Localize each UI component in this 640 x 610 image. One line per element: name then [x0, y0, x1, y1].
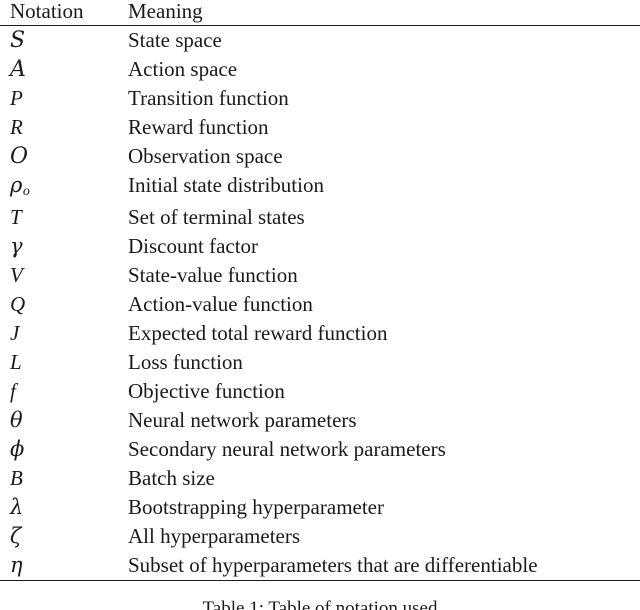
column-header-notation: Notation [10, 0, 84, 23]
notation-symbol: L [0, 348, 128, 377]
table-row: V State-value function [0, 261, 640, 290]
notation-glyph: Q [10, 292, 26, 316]
notation-glyph: A [10, 57, 27, 82]
table-page: Notation Meaning S State space A Action spa… [0, 0, 640, 610]
notation-symbol: f [0, 377, 128, 406]
notation-symbol: ζ [0, 522, 128, 551]
notation-symbol: ϕ [0, 435, 128, 464]
table-row: L Loss function [0, 348, 640, 377]
notation-symbol: η [0, 551, 128, 580]
notation-meaning: Batch size [128, 466, 215, 490]
table-header: Notation Meaning [0, 0, 640, 26]
notation-meaning: Discount factor [128, 234, 259, 258]
notation-symbol: O [0, 142, 128, 171]
notation-meaning: Secondary neural network parameters [128, 437, 446, 461]
table-header-row: Notation Meaning [0, 0, 640, 26]
notation-glyph: S [10, 28, 26, 53]
table-row: ζ All hyperparameters [0, 522, 640, 551]
notation-glyph: O [10, 144, 29, 169]
notation-meaning: Neural network parameters [128, 408, 357, 432]
notation-glyph: η [10, 553, 23, 577]
notation-table: Notation Meaning S State space A Action spa… [0, 0, 640, 580]
notation-meaning: Expected total reward function [128, 321, 388, 345]
notation-symbol: V [0, 261, 128, 290]
notation-meaning: State space [128, 28, 222, 52]
table-row: Q Action-value function [0, 290, 640, 319]
table-row: J Expected total reward function [0, 319, 640, 348]
table-body: S State space A Action space P Transition fun… [0, 26, 640, 581]
notation-meaning: All hyperparameters [128, 524, 301, 548]
table-row: γ Discount factor [0, 232, 640, 261]
table-row: R Reward function [0, 113, 640, 142]
notation-meaning: Action-value function [128, 292, 313, 316]
notation-symbol: B [0, 464, 128, 493]
notation-symbol: λ [0, 493, 128, 522]
table-row: ρo Initial state distribution [0, 171, 640, 203]
notation-glyph: ϕ [10, 437, 25, 461]
table-row: λ Bootstrapping hyperparameter [0, 493, 640, 522]
table-row: θ Neural network parameters [0, 406, 640, 435]
notation-glyph: γ [10, 234, 23, 258]
notation-meaning: Observation space [128, 144, 283, 168]
table-caption: Table 1: Table of notation used [202, 598, 438, 610]
table-row: T Set of terminal states [0, 203, 640, 232]
notation-symbol: ρo [0, 171, 128, 203]
notation-glyph: θ [10, 408, 23, 432]
notation-glyph: R [10, 115, 23, 139]
notation-meaning: State-value function [128, 263, 298, 287]
notation-glyph: ρ [10, 173, 23, 197]
notation-meaning: Action space [128, 57, 238, 81]
notation-meaning: Loss function [128, 350, 243, 374]
notation-meaning: Set of terminal states [128, 205, 305, 229]
notation-glyph: ζ [10, 524, 22, 548]
notation-glyph: P [10, 86, 23, 110]
notation-symbol: θ [0, 406, 128, 435]
table-row: A Action space [0, 55, 640, 84]
notation-glyph: L [10, 350, 22, 374]
table-bottom-rule [0, 580, 640, 581]
table-row: f Objective function [0, 377, 640, 406]
notation-meaning: Initial state distribution [128, 173, 324, 197]
table-row: η Subset of hyperparameters that are diff… [0, 551, 640, 580]
table-row: S State space [0, 26, 640, 56]
notation-symbol: J [0, 319, 128, 348]
notation-symbol: Q [0, 290, 128, 319]
notation-glyph: B [10, 466, 23, 490]
notation-symbol: P [0, 84, 128, 113]
notation-meaning: Transition function [128, 86, 289, 110]
notation-meaning: Subset of hyperparameters that are diffe… [128, 553, 538, 577]
column-header-meaning: Meaning [128, 0, 203, 23]
notation-symbol: A [0, 55, 128, 84]
notation-glyph: V [10, 263, 23, 287]
notation-meaning: Reward function [128, 115, 269, 139]
notation-symbol: R [0, 113, 128, 142]
notation-glyph: T [10, 205, 22, 229]
notation-glyph: λ [10, 495, 24, 519]
notation-subscript: o [22, 184, 30, 199]
notation-symbol: T [0, 203, 128, 232]
notation-meaning: Objective function [128, 379, 285, 403]
table-row: P Transition function [0, 84, 640, 113]
notation-glyph: f [10, 379, 16, 403]
notation-symbol: γ [0, 232, 128, 261]
table-row: B Batch size [0, 464, 640, 493]
notation-glyph: J [10, 321, 20, 345]
table-row: O Observation space [0, 142, 640, 171]
notation-meaning: Bootstrapping hyperparameter [128, 495, 384, 519]
table-row: ϕ Secondary neural network parameters [0, 435, 640, 464]
notation-symbol: S [0, 26, 128, 56]
